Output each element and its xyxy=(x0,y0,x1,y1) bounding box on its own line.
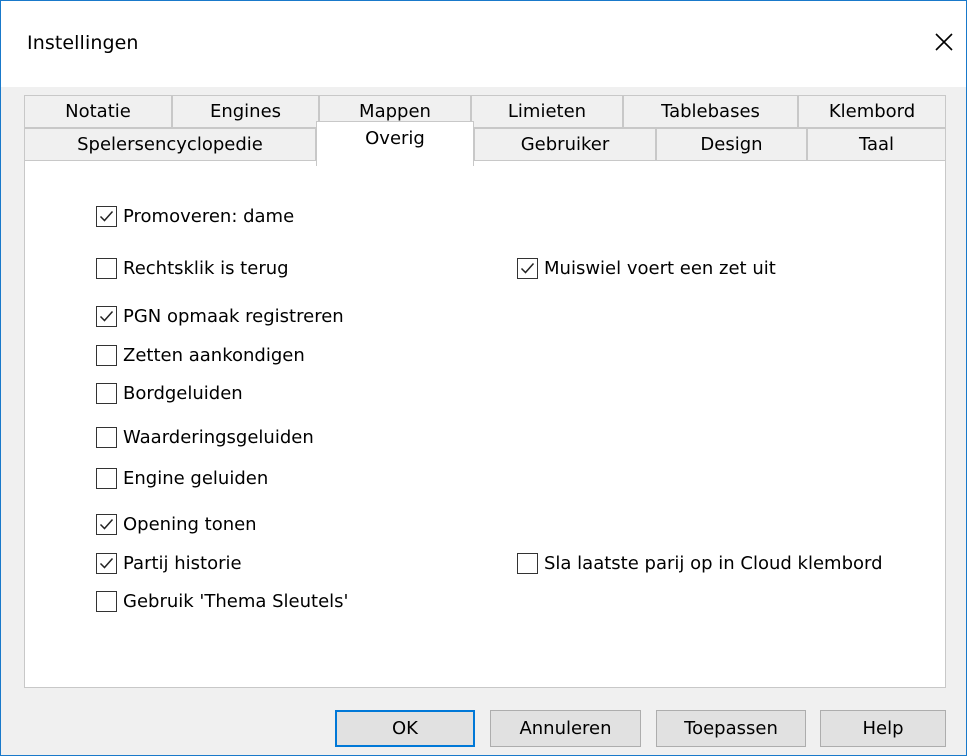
checkbox[interactable] xyxy=(517,257,538,279)
option-label: Muiswiel voert een zet uit xyxy=(544,257,776,279)
checkmark-icon xyxy=(99,518,114,530)
tab-notatie[interactable]: Notatie xyxy=(24,95,172,128)
checkbox[interactable] xyxy=(96,382,117,404)
option-label: Engine geluiden xyxy=(123,467,269,489)
title-bar: Instellingen xyxy=(1,1,966,87)
apply-button[interactable]: Toepassen xyxy=(656,710,806,747)
tab-taal[interactable]: Taal xyxy=(807,128,946,161)
checkmark-icon xyxy=(99,210,114,222)
tab-overig[interactable]: Overig xyxy=(316,121,474,166)
option-label: Waarderingsgeluiden xyxy=(123,426,314,448)
tab-limieten[interactable]: Limieten xyxy=(471,95,623,128)
option-partij-historie[interactable]: Partij historie xyxy=(96,549,242,577)
option-zetten-aankondigen[interactable]: Zetten aankondigen xyxy=(96,341,305,369)
option-label: Bordgeluiden xyxy=(123,382,243,404)
checkmark-icon xyxy=(99,557,114,569)
checkbox[interactable] xyxy=(96,426,117,448)
tab-tablebases[interactable]: Tablebases xyxy=(623,95,798,128)
option-opening-tonen[interactable]: Opening tonen xyxy=(96,510,257,538)
option-label: Gebruik 'Thema Sleutels' xyxy=(123,590,349,612)
settings-dialog: Instellingen Notatie Engines Mappen Limi… xyxy=(0,0,967,756)
checkbox[interactable] xyxy=(96,467,117,489)
option-engine-geluiden[interactable]: Engine geluiden xyxy=(96,464,268,492)
option-label: Sla laatste parij op in Cloud klembord xyxy=(544,552,883,574)
option-label: Partij historie xyxy=(123,552,242,574)
option-label: Rechtsklik is terug xyxy=(123,257,289,279)
tab-gebruiker[interactable]: Gebruiker xyxy=(474,128,656,161)
option-label: Zetten aankondigen xyxy=(123,344,305,366)
tab-spelersencyclopedie[interactable]: Spelersencyclopedie xyxy=(24,128,316,161)
checkbox[interactable] xyxy=(96,513,117,535)
option-waarderingsgeluiden[interactable]: Waarderingsgeluiden xyxy=(96,423,314,451)
cancel-button[interactable]: Annuleren xyxy=(490,710,641,747)
checkbox[interactable] xyxy=(96,590,117,612)
close-icon[interactable] xyxy=(929,27,959,57)
ok-button[interactable]: OK xyxy=(335,710,475,747)
help-button[interactable]: Help xyxy=(820,710,946,747)
option-gebruik-thema-sleutels[interactable]: Gebruik 'Thema Sleutels' xyxy=(96,587,348,615)
option-label: Promoveren: dame xyxy=(123,205,295,227)
checkbox[interactable] xyxy=(96,552,117,574)
checkbox[interactable] xyxy=(96,305,117,327)
checkmark-icon xyxy=(99,310,114,322)
option-muiswiel-voert-zet-uit[interactable]: Muiswiel voert een zet uit xyxy=(517,254,776,282)
tab-klembord[interactable]: Klembord xyxy=(798,95,946,128)
checkbox[interactable] xyxy=(96,205,117,227)
checkmark-icon xyxy=(520,262,535,274)
option-sla-laatste-parij-cloud[interactable]: Sla laatste parij op in Cloud klembord xyxy=(517,549,883,577)
option-label: Opening tonen xyxy=(123,513,257,535)
option-rechtsklik-is-terug[interactable]: Rechtsklik is terug xyxy=(96,254,289,282)
option-label: PGN opmaak registreren xyxy=(123,305,344,327)
option-bordgeluiden[interactable]: Bordgeluiden xyxy=(96,379,243,407)
option-pgn-opmaak-registreren[interactable]: PGN opmaak registreren xyxy=(96,302,344,330)
overig-panel: Promoveren: dame Rechtsklik is terug Mui… xyxy=(24,160,946,688)
tab-engines[interactable]: Engines xyxy=(172,95,319,128)
dialog-title: Instellingen xyxy=(27,32,139,54)
checkbox[interactable] xyxy=(96,344,117,366)
tab-design[interactable]: Design xyxy=(656,128,807,161)
checkbox[interactable] xyxy=(96,257,117,279)
option-promoveren-dame[interactable]: Promoveren: dame xyxy=(96,202,294,230)
checkbox[interactable] xyxy=(517,552,538,574)
